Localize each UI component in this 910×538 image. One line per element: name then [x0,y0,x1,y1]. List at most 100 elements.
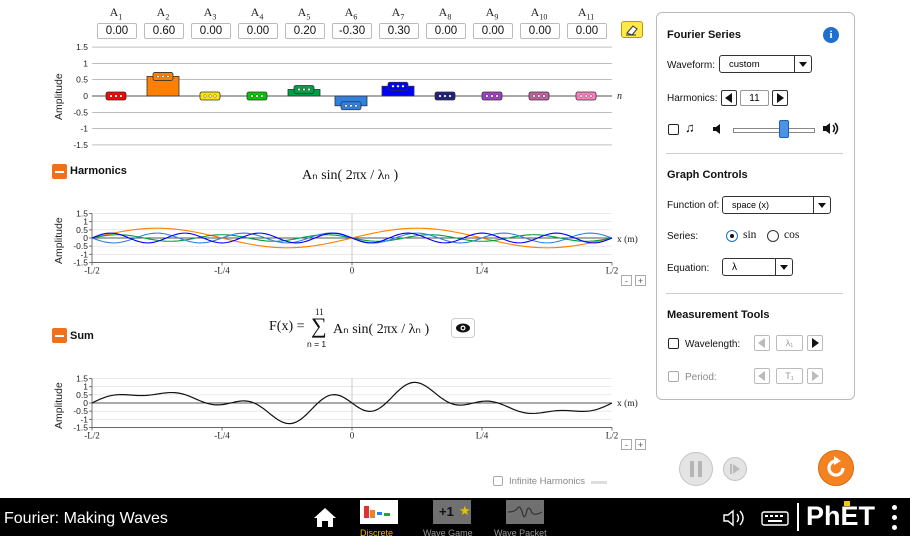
eraser-button[interactable] [621,21,643,38]
waveform-select[interactable]: custom [719,55,812,73]
sum-x-tick: -L/2 [84,430,100,440]
amplitude-slider-1[interactable] [105,91,127,101]
info-icon[interactable]: i [823,27,839,43]
amp-label-1: A1 [109,5,123,22]
amplitude-handle-5[interactable] [293,85,315,94]
chevron-down-icon [813,197,830,213]
amp-value-11[interactable]: 0.00 [567,23,607,39]
harmonics-zoom-in-button[interactable]: + [635,275,646,286]
panel-separator-1 [666,153,843,154]
amp-label-3: A3 [203,5,217,22]
period-decrement-button[interactable] [754,368,770,384]
harmonics-collapse-button[interactable] [52,164,67,179]
amplitude-slider-11[interactable] [575,91,597,101]
series-sin-radio[interactable] [726,230,738,242]
sum-zoom-in-button[interactable]: + [635,439,646,450]
series-label: Series: [667,231,699,242]
wave-game-badge: +1 [439,504,454,519]
amplitude-slider-6[interactable] [334,95,368,111]
volume-slider-track[interactable] [733,128,815,133]
amplitude-handle-10[interactable] [528,91,550,101]
amp-value-3[interactable]: 0.00 [191,23,231,39]
function-of-value: space (x) [732,200,770,210]
amplitudes-y-axis-label: Amplitude [53,73,65,120]
navbar-divider [797,503,799,531]
infinite-harmonics-checkbox[interactable] [493,476,503,486]
triangle-left-icon [758,338,765,348]
phet-logo[interactable]: PhET [806,501,875,532]
amp-value-6[interactable]: -0.30 [332,23,372,39]
tab-wave-game[interactable]: +1 ★ Wave Game [423,500,483,538]
amplitude-slider-8[interactable] [434,91,456,101]
sum-title: Sum [70,330,94,342]
amplitude-slider-7[interactable] [381,81,415,97]
amplitude-handle-9[interactable] [481,91,503,101]
amplitudes-x-axis-label: n [617,91,622,102]
harm-x-tick: -L/2 [84,265,100,275]
sum-collapse-button[interactable] [52,328,67,343]
amplitude-handle-3[interactable] [199,91,221,101]
wavelength-increment-button[interactable] [807,335,823,351]
amp-label-9: A9 [485,5,499,22]
step-forward-button[interactable] [723,457,747,481]
amp-label-2: A2 [156,5,170,22]
equation-label: Equation: [667,263,710,274]
function-of-select[interactable]: space (x) [722,196,831,214]
amplitude-handle-11[interactable] [575,91,597,101]
harmonics-increment-button[interactable] [772,90,788,106]
more-options-icon[interactable] [892,505,898,531]
amplitude-slider-3[interactable] [199,91,221,101]
sum-zoom-out-button[interactable]: - [621,439,632,450]
amplitude-handle-1[interactable] [105,91,127,101]
amplitude-handle-7[interactable] [387,81,409,91]
amplitude-slider-10[interactable] [528,91,550,101]
sum-y-axis-label: Amplitude [53,382,65,429]
equation-select[interactable]: λ [722,258,793,276]
amplitude-slider-5[interactable] [287,85,321,97]
amplitude-handle-4[interactable] [246,91,268,101]
eraser-icon [626,25,638,36]
audio-icon[interactable] [720,508,750,528]
series-cos-radio[interactable] [767,230,779,242]
equation-visibility-button[interactable] [451,318,475,338]
wavelength-decrement-button[interactable] [754,335,770,351]
amp-value-9[interactable]: 0.00 [473,23,513,39]
amp-value-5[interactable]: 0.20 [285,23,325,39]
harmonics-chart: Amplitude 1.510.50-0.5-1-1.5 -L/2 -L/4 0 L/… [53,209,638,276]
volume-slider-thumb[interactable] [779,120,789,138]
amp-value-4[interactable]: 0.00 [238,23,278,39]
amp-value-2[interactable]: 0.60 [144,23,184,39]
harmonics-y-axis-label: Amplitude [53,217,65,264]
reset-all-button[interactable] [818,450,854,486]
sum-sigma-bottom: n = 1 [307,339,327,349]
amplitude-slider-2[interactable] [146,72,180,97]
waveform-value: custom [729,59,760,70]
tab-discrete[interactable]: Discrete [360,500,398,538]
keyboard-icon[interactable] [760,509,790,527]
step-forward-icon [730,464,740,474]
amplitude-handle-6[interactable] [340,101,362,111]
amplitude-handle-2[interactable] [152,72,174,81]
tab-wave-packet[interactable]: Wave Packet [494,500,558,538]
harmonics-zoom-out-button[interactable]: - [621,275,632,286]
wavelength-checkbox[interactable] [668,338,679,349]
amp-value-1[interactable]: 0.00 [97,23,137,39]
amplitudes-y-tick: 1 [83,58,88,68]
amplitude-slider-9[interactable] [481,91,503,101]
sound-checkbox[interactable] [668,124,679,135]
equation-value: λ [732,262,737,273]
harm-x-tick: L/4 [476,265,489,275]
eye-icon [456,323,470,333]
chevron-down-icon [794,56,811,72]
home-icon[interactable] [312,506,338,528]
amp-value-7[interactable]: 0.30 [379,23,419,39]
harmonics-x-axis-label: x (m) [617,234,638,245]
pause-button[interactable] [679,452,713,486]
amplitude-slider-4[interactable] [246,91,268,101]
amp-value-10[interactable]: 0.00 [520,23,560,39]
period-checkbox[interactable] [668,371,679,382]
harmonics-decrement-button[interactable] [721,90,737,106]
amplitude-handle-8[interactable] [434,91,456,101]
amp-value-8[interactable]: 0.00 [426,23,466,39]
period-increment-button[interactable] [807,368,823,384]
